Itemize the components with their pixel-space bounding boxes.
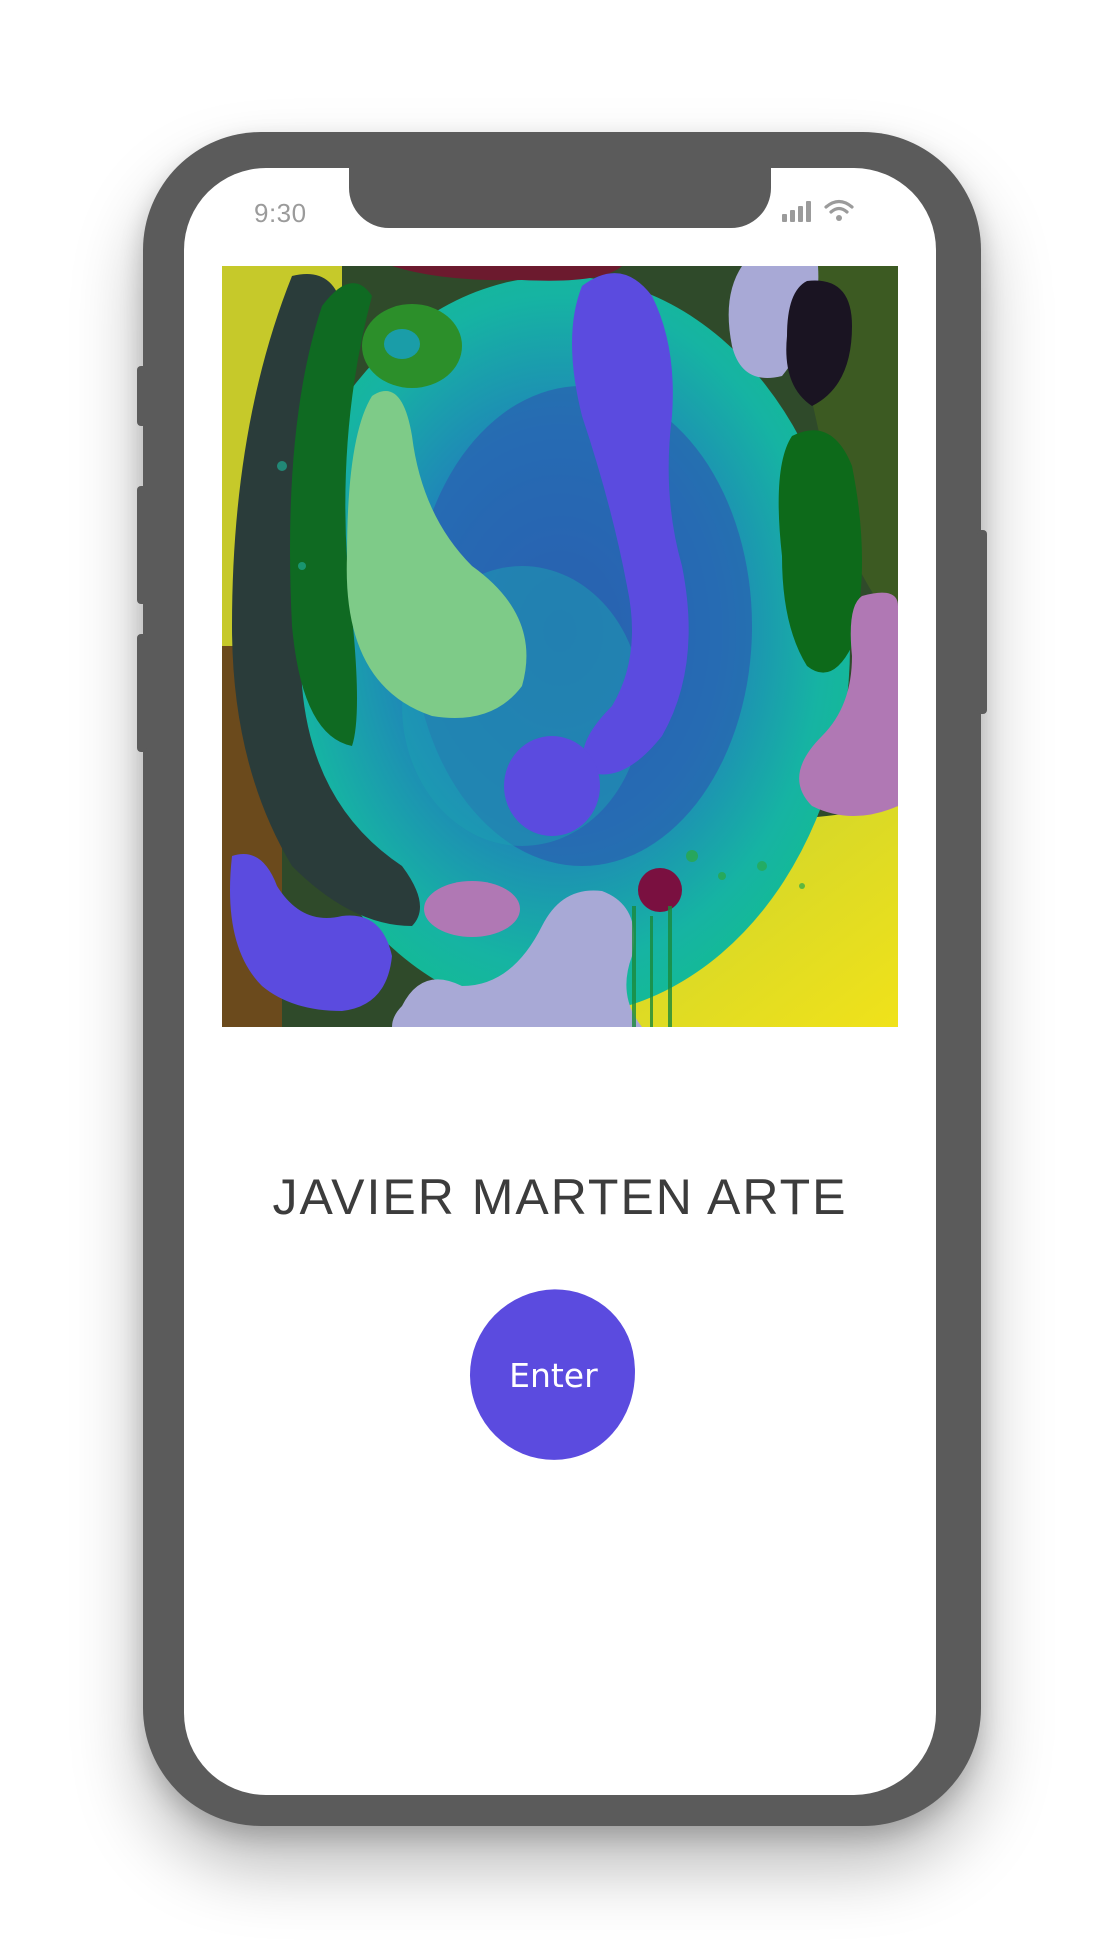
wifi-icon xyxy=(824,199,854,221)
enter-button-label: Enter xyxy=(508,1355,598,1395)
status-icons xyxy=(782,198,854,222)
phone-power-button xyxy=(977,530,987,714)
abstract-painting-image xyxy=(222,266,898,1027)
status-time: 9:30 xyxy=(254,198,307,228)
phone-mute-switch xyxy=(137,366,147,426)
enter-button[interactable]: Enter xyxy=(454,1274,652,1476)
phone-notch xyxy=(349,168,771,228)
signal-icon xyxy=(782,201,811,222)
phone-screen: 9:30 JAVIER MARTEN ARTE Enter xyxy=(184,168,936,1795)
phone-volume-down-button xyxy=(137,634,147,752)
site-title: JAVIER MARTEN ARTE xyxy=(272,1169,848,1225)
phone-volume-up-button xyxy=(137,486,147,604)
phone-frame: 9:30 JAVIER MARTEN ARTE Enter xyxy=(137,132,987,1826)
